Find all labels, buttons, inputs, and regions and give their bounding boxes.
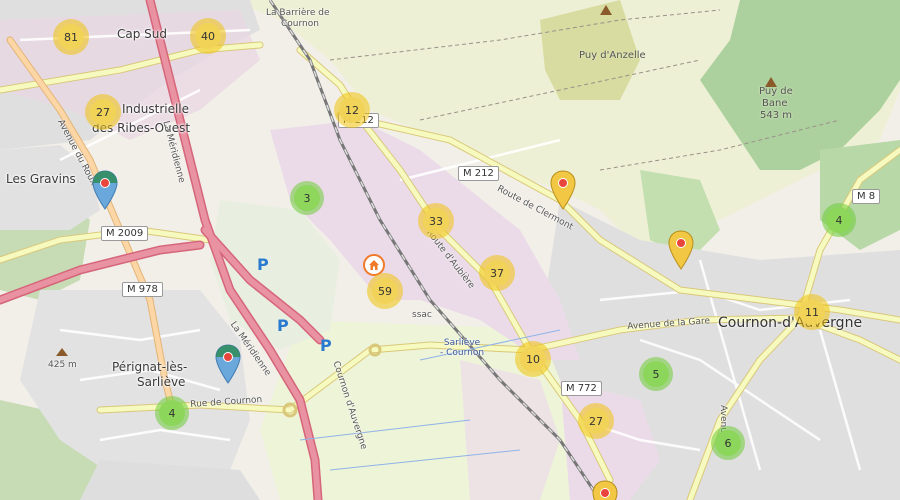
road-shield-m2009: M 2009: [101, 226, 149, 241]
cluster-6[interactable]: 6: [711, 426, 745, 460]
road-shield-m978: M 978: [122, 282, 163, 297]
map-marker-blue-gravins[interactable]: [92, 170, 118, 210]
place-label-perignat: Pérignat-lès-: [112, 360, 188, 374]
cluster-4-sw[interactable]: 4: [155, 396, 189, 430]
house-icon: [369, 260, 379, 270]
map-marker-blue-perignat[interactable]: [215, 344, 241, 384]
cluster-10[interactable]: 10: [515, 341, 551, 377]
cluster-27-nw[interactable]: 27: [85, 94, 121, 130]
station-name-line2: - Cournon: [440, 348, 485, 358]
peak-label-puy-de: Puy de: [759, 86, 793, 97]
road-shield-m8: M 8: [852, 189, 881, 204]
cluster-37[interactable]: 37: [479, 255, 515, 291]
location-pin-icon: [668, 230, 694, 270]
map-marker-yellow-south[interactable]: [592, 480, 618, 500]
cluster-4-e[interactable]: 4: [822, 203, 856, 237]
cluster-12[interactable]: 12: [334, 92, 370, 128]
place-label-barriere: La Barrière de: [266, 8, 330, 18]
station-label-sarlieve-cournon: Sarliève - Cournon: [440, 338, 484, 358]
cluster-27-s[interactable]: 27: [578, 403, 614, 439]
cluster-count: 81: [58, 24, 84, 50]
cluster-11[interactable]: 11: [794, 294, 830, 330]
map-marker-yellow-clermont[interactable]: [550, 170, 576, 210]
cluster-59[interactable]: 59: [367, 273, 403, 309]
cluster-count: 10: [520, 346, 546, 372]
cluster-count: 4: [159, 400, 185, 426]
location-pin-icon: [550, 170, 576, 210]
cluster-count: 37: [484, 260, 510, 286]
map-marker-yellow-east[interactable]: [668, 230, 694, 270]
map-canvas[interactable]: Cap Sud Industrielle des Ribes-Ouest Les…: [0, 0, 900, 500]
cluster-count: 27: [90, 99, 116, 125]
parking-icon-2: P: [277, 316, 289, 335]
cluster-count: 27: [583, 408, 609, 434]
parking-icon-1: P: [257, 255, 269, 274]
place-label-zone-industrielle: Industrielle: [122, 102, 190, 116]
cluster-count: 11: [799, 299, 825, 325]
place-label-sarlieve: Sarliève: [137, 375, 186, 389]
cluster-3[interactable]: 3: [290, 181, 324, 215]
location-pin-icon: [592, 480, 618, 500]
cluster-40[interactable]: 40: [190, 18, 226, 54]
peak-label-puy-danzelle: Puy d'Anzelle: [579, 50, 646, 61]
cluster-count: 4: [826, 207, 852, 233]
road-shield-m772: M 772: [561, 381, 602, 396]
cluster-33[interactable]: 33: [418, 203, 454, 239]
station-name-line1: Sarliève: [443, 338, 481, 348]
place-label-cournon-dauvergne: Cournon-d'Auvergne: [718, 315, 863, 331]
cluster-count: 59: [372, 278, 398, 304]
location-pin-icon: [215, 344, 241, 384]
cluster-count: 5: [643, 361, 669, 387]
map-base-layer: [0, 0, 900, 500]
peak-elevation-543: 543 m: [760, 110, 793, 121]
road-shield-m212: M 212: [458, 166, 499, 181]
peak-label-bane: Bane: [762, 98, 788, 109]
place-label-barriere-cournon: Cournon: [281, 19, 319, 29]
elevation-label-425: 425 m: [48, 360, 77, 370]
cluster-count: 40: [195, 23, 221, 49]
parking-icon-3: P: [320, 336, 332, 355]
cluster-count: 12: [339, 97, 365, 123]
location-pin-icon: [92, 170, 118, 210]
cluster-count: 33: [423, 208, 449, 234]
cluster-count: 3: [294, 185, 320, 211]
place-label-les-gravins: Les Gravins: [6, 172, 76, 186]
street-label-ssac: ssac: [412, 310, 432, 320]
cluster-count: 6: [715, 430, 741, 456]
cluster-5[interactable]: 5: [639, 357, 673, 391]
place-label-cap-sud: Cap Sud: [117, 27, 168, 41]
cluster-81[interactable]: 81: [53, 19, 89, 55]
